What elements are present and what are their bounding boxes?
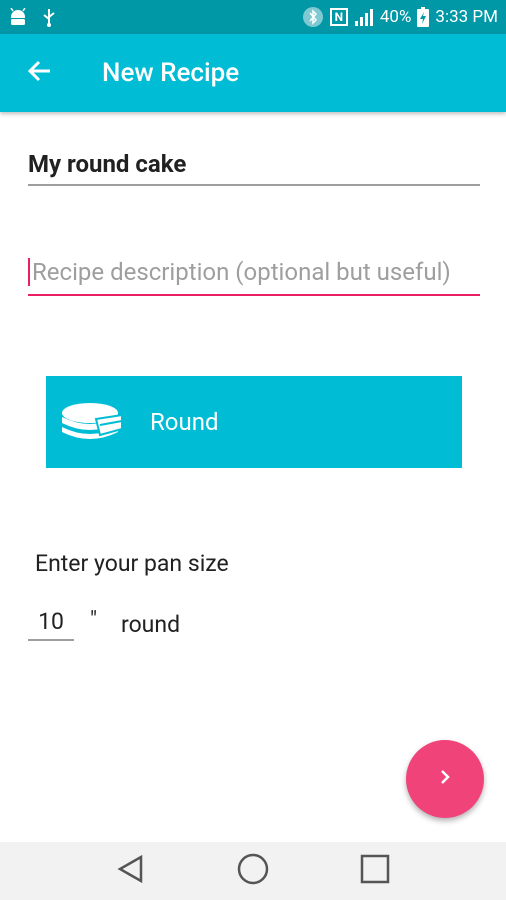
status-right-icons: N 40% 3:33 PM [302, 6, 498, 28]
pan-shape-label: Round [150, 408, 219, 436]
pan-shape-button[interactable]: Round [46, 376, 462, 468]
nav-recents-button[interactable] [347, 843, 403, 899]
inch-unit-label: " [90, 608, 98, 633]
android-icon [8, 8, 28, 26]
recipe-description-input[interactable] [28, 258, 480, 286]
battery-percent: 40% [379, 7, 412, 27]
page-title: New Recipe [102, 58, 240, 88]
recipe-name-input[interactable] [28, 150, 480, 178]
next-fab-button[interactable] [406, 740, 484, 818]
recipe-description-field [28, 258, 480, 296]
round-cake-pan-icon [56, 397, 130, 447]
signal-icon [354, 8, 374, 26]
battery-icon [417, 7, 430, 27]
status-left-icons [8, 7, 56, 27]
recipe-name-field [28, 150, 480, 186]
home-circle-icon [236, 852, 270, 890]
clock: 3:33 PM [435, 7, 498, 27]
system-nav-bar [0, 842, 506, 900]
pan-size-prompt: Enter your pan size [35, 550, 229, 577]
pan-shape-word: round [121, 611, 181, 638]
nfc-icon: N [329, 8, 348, 26]
nav-back-button[interactable] [103, 843, 159, 899]
status-bar: N 40% 3:33 PM [0, 0, 506, 34]
pan-size-input[interactable] [28, 608, 74, 635]
pan-size-field [28, 608, 74, 641]
bluetooth-icon [302, 6, 324, 28]
back-button[interactable] [12, 45, 68, 101]
chevron-right-icon [436, 768, 454, 790]
app-bar: New Recipe [0, 34, 506, 112]
nav-home-button[interactable] [225, 843, 281, 899]
back-triangle-icon [116, 854, 146, 888]
arrow-back-icon [27, 58, 53, 88]
recents-square-icon [359, 853, 391, 889]
usb-icon [42, 7, 56, 27]
